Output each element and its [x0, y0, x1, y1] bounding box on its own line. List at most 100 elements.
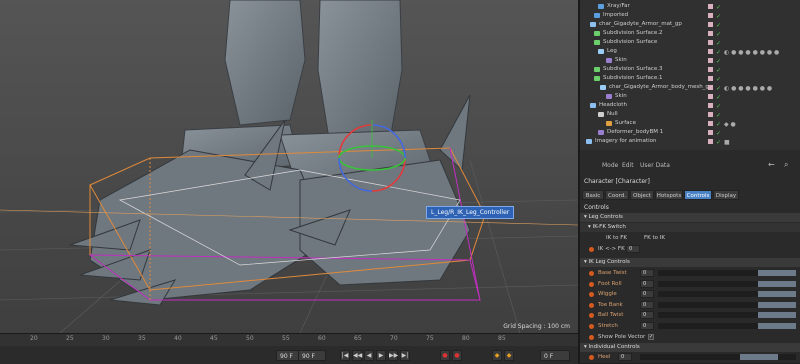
param-value-field[interactable]: 0 — [640, 290, 654, 298]
object-row[interactable]: Deformer_bodyBM 1 ✓ — [580, 128, 800, 137]
visibility-toggle-icon[interactable] — [708, 22, 713, 27]
ik-leg-controls-group[interactable]: ▾ IK Leg Controls — [580, 258, 800, 267]
param-slider[interactable] — [658, 280, 796, 287]
enabled-check-icon[interactable]: ✓ — [716, 138, 721, 147]
object-name[interactable]: Headcloth — [599, 101, 627, 110]
object-name[interactable]: Subdivision Surface.3 — [603, 65, 662, 74]
object-tags[interactable]: ■ — [724, 138, 730, 147]
param-slider[interactable] — [658, 291, 796, 297]
keyframe-dot-icon[interactable] — [589, 302, 594, 308]
param-value-field[interactable]: 0 — [640, 321, 654, 330]
tab-object[interactable]: Object — [630, 190, 654, 200]
tab-display[interactable]: Display — [713, 190, 739, 200]
heel-field[interactable]: 0 — [618, 353, 632, 361]
fk-to-ik-button[interactable]: FK to IK — [644, 233, 665, 243]
visibility-toggle-icon[interactable] — [708, 58, 713, 63]
tab-basic[interactable]: Basic — [582, 190, 604, 200]
object-row[interactable]: Subdivision Surface.3 ✓ — [580, 65, 800, 74]
param-value-field[interactable]: 0 — [640, 300, 654, 309]
ikfk-switch-group[interactable]: ▾ IK-FK Switch — [580, 223, 800, 232]
keyframe-button[interactable]: ◆ — [492, 350, 502, 361]
object-row[interactable]: char_Gigadyte_Armor_mat_gp ✓ — [580, 20, 800, 29]
visibility-toggle-icon[interactable] — [708, 103, 713, 108]
object-row[interactable]: Subdivision Surface.2 ✓ — [580, 29, 800, 38]
keyframe-dot-icon[interactable] — [589, 271, 594, 276]
menu-user-data[interactable]: User Data — [640, 162, 670, 169]
object-row[interactable]: Surface ✓ ◆ ● — [580, 119, 800, 128]
object-row[interactable]: Skin ✓ — [580, 92, 800, 101]
visibility-toggle-icon[interactable] — [708, 49, 713, 54]
object-name[interactable]: char_Gigadyte_Armor_mat_gp — [599, 20, 682, 29]
object-name[interactable]: Leg — [607, 47, 617, 56]
param-slider[interactable] — [658, 270, 796, 276]
object-row[interactable]: Xray/Far ✓ — [580, 2, 800, 11]
param-value-field[interactable]: 0 — [640, 269, 654, 277]
object-row[interactable]: Skin ✓ — [580, 56, 800, 65]
ik-to-fk-button[interactable]: IK to FK — [606, 233, 627, 243]
back-arrow-icon[interactable]: ← — [768, 160, 775, 169]
tab-hotspots[interactable]: Hotspots — [655, 190, 683, 200]
viewport-scene[interactable] — [0, 0, 578, 333]
object-name[interactable]: Subdivision Surface — [603, 38, 657, 47]
object-name[interactable]: Deformer_bodyBM 1 — [607, 128, 663, 137]
keyframe-dot-icon[interactable] — [589, 335, 594, 340]
object-row[interactable]: Imported ✓ — [580, 11, 800, 20]
visibility-toggle-icon[interactable] — [708, 139, 713, 144]
param-value-field[interactable]: 0 — [640, 311, 654, 319]
object-name[interactable]: Surface — [615, 119, 636, 128]
search-icon[interactable]: ⌕ — [784, 160, 788, 170]
timeline-ruler[interactable]: 20 25 30 35 40 45 50 55 60 65 70 75 80 8… — [0, 334, 578, 346]
object-name[interactable]: Skin — [615, 56, 627, 65]
individual-controls-group[interactable]: ▾ Individual Controls — [580, 343, 800, 352]
3d-viewport[interactable]: L_Leg/R_IK_Leg_Controller Grid Spacing :… — [0, 0, 578, 333]
go-to-start-button[interactable]: |◀ — [340, 350, 350, 361]
object-name[interactable]: Imported — [603, 11, 628, 20]
param-slider[interactable] — [658, 312, 796, 318]
param-slider[interactable] — [658, 322, 796, 329]
go-to-end-button[interactable]: ▶| — [400, 350, 410, 361]
object-name[interactable]: Imagery for animation — [595, 137, 656, 146]
next-key-button[interactable]: ▶▶ — [388, 350, 398, 361]
visibility-toggle-icon[interactable] — [708, 112, 713, 117]
object-name[interactable]: Skin — [615, 92, 627, 101]
menu-edit[interactable]: Edit — [622, 162, 634, 169]
object-row[interactable]: Null ✓ — [580, 110, 800, 119]
ik-fk-field[interactable]: 0 — [626, 245, 640, 253]
keyframe-dot-icon[interactable] — [589, 355, 594, 360]
visibility-toggle-icon[interactable] — [708, 85, 713, 90]
tab-coord[interactable]: Coord. — [605, 190, 629, 200]
show-pole-vector-checkbox[interactable]: ✓ — [648, 334, 654, 340]
play-button[interactable]: ▶ — [376, 350, 386, 361]
visibility-toggle-icon[interactable] — [708, 40, 713, 45]
object-row[interactable]: Headcloth ✓ — [580, 101, 800, 110]
keyframe-dot-icon[interactable] — [589, 247, 594, 252]
visibility-toggle-icon[interactable] — [708, 13, 713, 18]
keyframe-dot-icon[interactable] — [589, 323, 594, 329]
prev-key-button[interactable]: ◀◀ — [352, 350, 362, 361]
end-frame-field[interactable]: 90 F — [298, 350, 326, 361]
current-frame-field[interactable]: 0 F — [540, 350, 570, 361]
object-manager[interactable]: Xray/Far ✓ Imported ✓ char_Gigadyte_Armor_ma… — [580, 0, 800, 150]
record-button[interactable]: ● — [440, 350, 450, 361]
object-name[interactable]: Subdivision Surface.2 — [603, 29, 662, 38]
object-row[interactable]: Leg ✓ ◐ ● ● ● ● ● ● ● — [580, 47, 800, 56]
object-name[interactable]: Null — [607, 110, 618, 119]
visibility-toggle-icon[interactable] — [708, 67, 713, 72]
keyframe-mode-button[interactable]: ◆ — [504, 350, 514, 361]
object-row[interactable]: char_Gigadyte_Armor_body_mesh_gp ✓ ◐ ● ● ●… — [580, 83, 800, 92]
heel-slider[interactable] — [640, 354, 796, 360]
leg-controls-group[interactable]: ▾ Leg Controls — [580, 213, 800, 222]
visibility-toggle-icon[interactable] — [708, 76, 713, 81]
object-row[interactable]: Subdivision Surface ✓ — [580, 38, 800, 47]
visibility-toggle-icon[interactable] — [708, 94, 713, 99]
param-slider[interactable] — [658, 301, 796, 308]
object-name[interactable]: Subdivision Surface.1 — [603, 74, 662, 83]
param-value-field[interactable]: 0 — [640, 279, 654, 288]
object-name[interactable]: Xray/Far — [607, 2, 630, 11]
keyframe-dot-icon[interactable] — [589, 313, 594, 318]
visibility-toggle-icon[interactable] — [708, 130, 713, 135]
object-row[interactable]: Imagery for animation ✓ ■ — [580, 137, 800, 146]
object-name[interactable]: char_Gigadyte_Armor_body_mesh_gp — [609, 83, 712, 92]
menu-mode[interactable]: Mode — [602, 162, 618, 169]
keyframe-dot-icon[interactable] — [589, 292, 594, 297]
